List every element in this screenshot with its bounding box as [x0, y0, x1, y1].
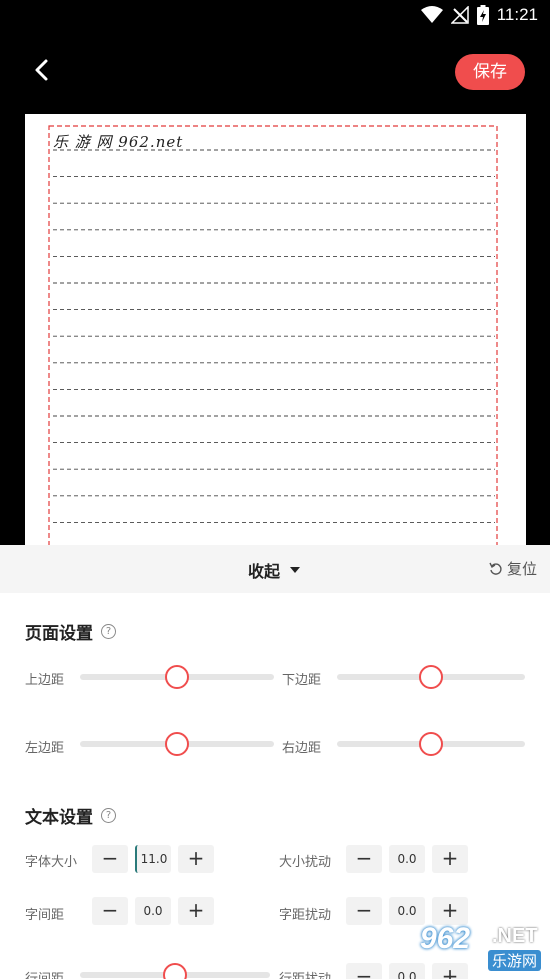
top-bar: 保存	[0, 30, 550, 114]
collapse-button[interactable]: 收起	[248, 558, 301, 582]
size-jitter-label: 大小扰动	[279, 855, 332, 870]
top-margin-slider[interactable]	[80, 665, 274, 689]
text-settings-title-text: 文本设置	[25, 808, 93, 828]
char-spacing-label: 字间距	[25, 908, 65, 923]
right-margin-slider[interactable]	[337, 732, 525, 756]
font-size-label: 字体大小	[25, 855, 78, 870]
watermark-number: 962	[420, 922, 471, 955]
battery-charging-icon	[476, 5, 489, 25]
paper-lines	[48, 125, 498, 545]
left-margin-label: 左边距	[25, 741, 65, 756]
bottom-margin-slider[interactable]	[337, 665, 525, 689]
char-jitter-minus-button[interactable]: −	[346, 897, 382, 925]
size-jitter-value[interactable]: 0.0	[389, 845, 425, 873]
caret-down-icon	[290, 567, 301, 573]
left-margin-slider[interactable]	[80, 732, 274, 756]
char-jitter-label: 字距扰动	[279, 908, 332, 923]
line-spacing-label: 行间距	[25, 968, 64, 979]
line-jitter-label: 行距扰动	[279, 968, 331, 979]
page-settings-title: 页面设置 ?	[25, 619, 116, 644]
char-jitter-value[interactable]: 0.0	[389, 897, 425, 925]
panel-header: 收起 复位	[0, 545, 550, 593]
settings-panel: 收起 复位 页面设置 ? 上边距 下边距 左边距 右边距 文本设置 ? 字体大小…	[0, 545, 550, 979]
collapse-label: 收起	[248, 562, 281, 581]
line-jitter-minus-button[interactable]: −	[346, 963, 382, 979]
slider-thumb[interactable]	[419, 665, 443, 689]
char-spacing-value[interactable]: 0.0	[135, 897, 171, 925]
undo-icon	[489, 562, 502, 575]
save-button[interactable]: 保存	[455, 54, 525, 90]
watermark-net: .NET	[492, 925, 538, 947]
char-spacing-minus-button[interactable]: −	[92, 897, 128, 925]
char-jitter-plus-button[interactable]: +	[432, 897, 468, 925]
help-icon[interactable]: ?	[101, 808, 116, 823]
size-jitter-plus-button[interactable]: +	[432, 845, 468, 873]
wifi-icon	[420, 6, 443, 23]
status-time: 11:21	[496, 5, 538, 24]
back-button[interactable]	[28, 56, 58, 86]
slider-thumb[interactable]	[165, 665, 189, 689]
top-margin-label: 上边距	[25, 673, 65, 688]
slider-thumb[interactable]	[419, 732, 443, 756]
page-settings-title-text: 页面设置	[25, 624, 93, 644]
right-margin-label: 右边距	[282, 741, 322, 756]
bottom-margin-label: 下边距	[282, 673, 322, 688]
size-jitter-minus-button[interactable]: −	[346, 845, 382, 873]
slider-thumb[interactable]	[163, 963, 187, 979]
reset-label: 复位	[506, 560, 537, 578]
watermark-logo: 962 .NET 乐游网	[420, 922, 545, 974]
slider-thumb[interactable]	[165, 732, 189, 756]
status-bar: 11:21	[0, 0, 550, 30]
handwriting-text: 乐 游 网 962.net	[53, 133, 184, 151]
help-icon[interactable]: ?	[101, 624, 116, 639]
no-signal-icon	[450, 6, 469, 24]
watermark-site: 乐游网	[488, 950, 542, 971]
text-settings-title: 文本设置 ?	[25, 803, 116, 828]
line-spacing-slider[interactable]	[80, 963, 270, 979]
font-size-minus-button[interactable]: −	[92, 845, 128, 873]
font-size-value[interactable]: 11.0	[135, 845, 171, 873]
reset-button[interactable]: 复位	[489, 558, 537, 579]
font-size-plus-button[interactable]: +	[178, 845, 214, 873]
chevron-left-icon	[35, 59, 48, 81]
char-spacing-plus-button[interactable]: +	[178, 897, 214, 925]
paper-preview: 乐 游 网 962.net	[25, 114, 526, 545]
